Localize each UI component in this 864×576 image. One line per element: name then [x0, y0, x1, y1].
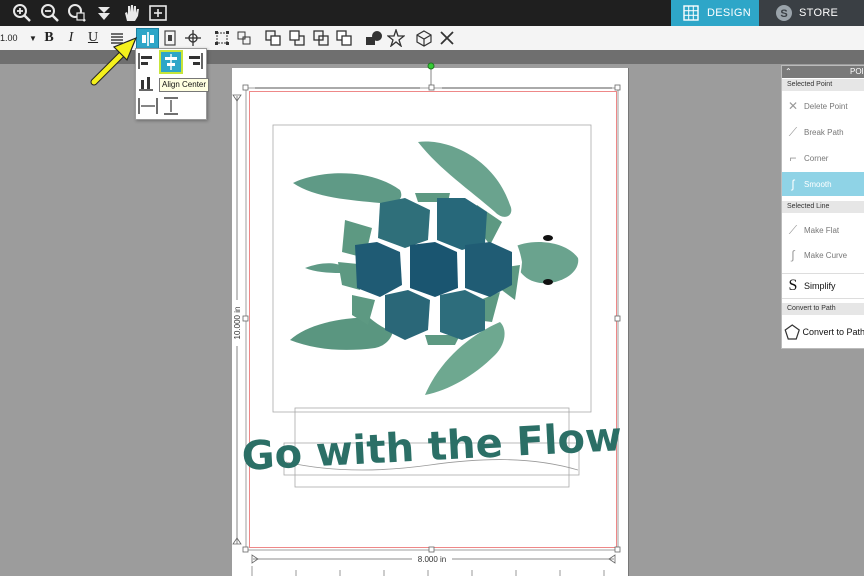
smooth-button[interactable]: ʃ Smooth — [782, 172, 864, 196]
delete-point-button[interactable]: ✕ Delete Point — [782, 94, 864, 118]
highlight-arrow-icon — [90, 36, 138, 86]
align-center-icon — [165, 54, 177, 70]
handle-tl — [242, 84, 249, 91]
corner-label: Corner — [804, 153, 829, 163]
width-label: 8.000 in — [418, 555, 446, 564]
make-curve-label: Make Curve — [804, 250, 848, 260]
rotate-handle — [427, 62, 435, 70]
handle-mr — [614, 315, 621, 322]
convert-to-path-button[interactable]: Convert to Path — [782, 319, 864, 345]
collapse-icon[interactable]: ⌃ — [785, 66, 792, 78]
smooth-curve-icon: ʃ — [791, 177, 795, 191]
handle-bc — [428, 546, 435, 553]
handle-br — [614, 546, 621, 553]
simplify-label: Simplify — [804, 281, 836, 291]
delete-x-icon: ✕ — [787, 99, 799, 113]
convert-to-path-label: Convert to Path — [802, 327, 864, 337]
align-right-icon[interactable] — [187, 52, 203, 70]
distribute-horizontal-icon[interactable] — [138, 97, 158, 115]
pentagon-icon — [784, 324, 800, 340]
delete-point-label: Delete Point — [804, 101, 848, 111]
break-path-button[interactable]: ⟋ Break Path — [782, 120, 864, 144]
turtle-eye-top — [543, 235, 553, 241]
corner-button[interactable]: ⌐ Corner — [782, 146, 864, 170]
panel-header[interactable]: ⌃ POI — [782, 66, 864, 78]
points-panel: ⌃ POI Selected Point ✕ Delete Point ⟋ Br… — [781, 65, 864, 349]
bottom-ruler-ticks — [251, 566, 605, 576]
selected-line-heading: Selected Line — [782, 201, 864, 213]
distribute-vertical-icon[interactable] — [162, 97, 180, 115]
corner-icon: ⌐ — [789, 151, 797, 165]
height-label: 10.000 in — [233, 307, 242, 340]
selected-point-heading: Selected Point — [782, 79, 864, 91]
align-center-tooltip: Align Center — [159, 78, 210, 92]
make-flat-label: Make Flat — [804, 225, 840, 235]
convert-to-path-heading: Convert to Path — [782, 303, 864, 315]
break-path-label: Break Path — [804, 127, 844, 137]
make-curve-icon: ∫ — [791, 248, 795, 262]
smooth-label: Smooth — [804, 179, 832, 189]
handle-tc — [428, 84, 435, 91]
align-center-option[interactable] — [159, 50, 183, 74]
make-flat-button[interactable]: ⟋ Make Flat — [782, 218, 864, 242]
handle-bl — [242, 546, 249, 553]
make-flat-icon: ⟋ — [788, 222, 798, 237]
panel-title: POI — [850, 67, 864, 76]
turtle-eye-bottom — [543, 279, 553, 285]
design-text: Go with the Flow — [241, 414, 623, 480]
simplify-s-icon: S — [788, 277, 798, 294]
make-curve-button[interactable]: ∫ Make Curve — [782, 243, 864, 267]
simplify-button[interactable]: S Simplify — [782, 273, 864, 299]
handle-ml — [242, 315, 249, 322]
handle-tr — [614, 84, 621, 91]
break-path-icon: ⟋ — [788, 124, 798, 139]
